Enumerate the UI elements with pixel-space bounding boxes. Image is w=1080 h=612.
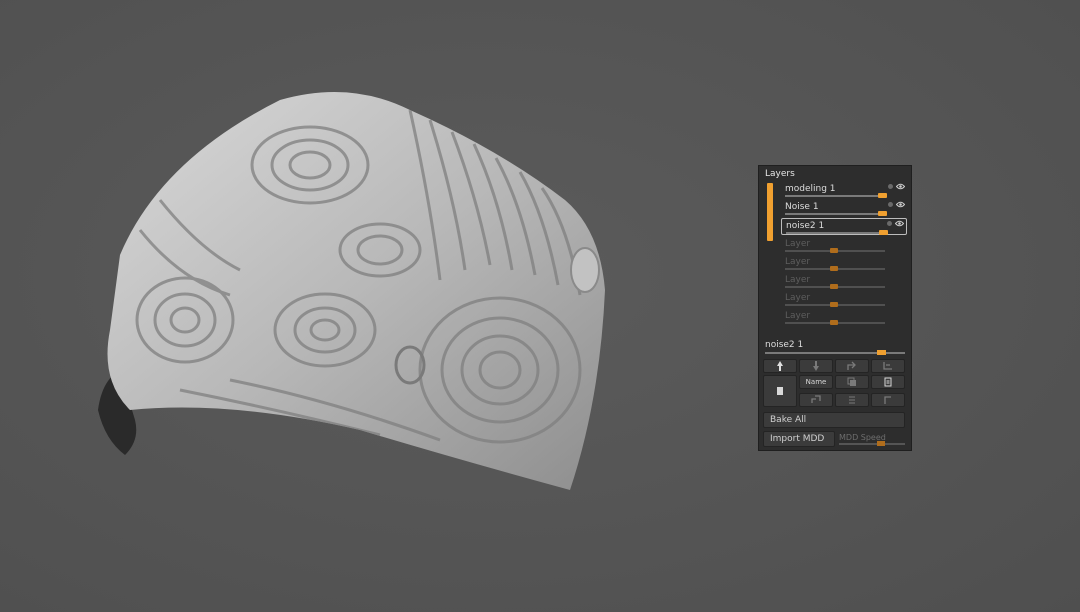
move-down-button[interactable]: [799, 359, 833, 373]
layer-name: modeling 1: [785, 184, 836, 194]
layer-intensity-slider[interactable]: [785, 284, 885, 289]
slider-knob[interactable]: [830, 248, 838, 253]
slider-knob[interactable]: [830, 320, 838, 325]
sort-button[interactable]: [835, 393, 869, 407]
layers-palette: Layers modeling 1 Noise 1 noise2 1 Layer…: [758, 165, 912, 451]
eye-icon[interactable]: [896, 183, 905, 190]
layer-intensity-slider[interactable]: [785, 266, 885, 271]
split-button[interactable]: [835, 359, 869, 373]
layer-intensity-slider[interactable]: [785, 193, 887, 198]
reorder-icon: [884, 396, 891, 404]
empty-layer-slot[interactable]: Layer: [781, 291, 907, 308]
layer-intensity-slider[interactable]: [785, 302, 885, 307]
duplicate-icon: [847, 377, 856, 386]
move-down-icon: [813, 361, 819, 371]
record-icon[interactable]: [887, 221, 892, 226]
slider-knob[interactable]: [879, 230, 888, 235]
slider-knob[interactable]: [830, 266, 838, 271]
empty-layer-slot[interactable]: Layer: [781, 309, 907, 326]
insert-button[interactable]: [799, 393, 833, 407]
layer-intensity-slider[interactable]: [785, 320, 885, 325]
slider-knob[interactable]: [877, 350, 886, 355]
active-layer-name: noise2 1: [765, 340, 804, 350]
eye-icon[interactable]: [895, 220, 904, 227]
move-up-button[interactable]: [763, 359, 797, 373]
import-mdd-button[interactable]: Import MDD: [763, 431, 835, 447]
layer-name: Noise 1: [785, 202, 819, 212]
mdd-speed-slider[interactable]: [839, 441, 905, 446]
empty-layer-slot[interactable]: Layer: [781, 237, 907, 254]
3d-viewport[interactable]: [0, 0, 1080, 612]
delete-icon: [884, 377, 892, 387]
merge-down-icon: [883, 362, 892, 370]
slider-knob[interactable]: [877, 441, 885, 446]
layer-name: Layer: [785, 239, 811, 249]
layer-row[interactable]: Noise 1: [781, 200, 907, 217]
sort-icon: [849, 396, 855, 404]
new-layer-button[interactable]: [763, 375, 797, 407]
layer-name: noise2 1: [786, 221, 825, 231]
layer-name: Layer: [785, 257, 811, 267]
layer-intensity-slider[interactable]: [786, 230, 888, 235]
slider-knob[interactable]: [878, 193, 887, 198]
layer-name: Layer: [785, 311, 811, 321]
layer-stack-indicator: [767, 183, 773, 241]
duplicate-button[interactable]: [835, 375, 869, 389]
layer-name: Layer: [785, 293, 811, 303]
slider-knob[interactable]: [878, 211, 887, 216]
reorder-button[interactable]: [871, 393, 905, 407]
slider-knob[interactable]: [830, 302, 838, 307]
move-up-icon: [777, 361, 783, 371]
layer-row[interactable]: modeling 1: [781, 182, 907, 199]
merge-down-button[interactable]: [871, 359, 905, 373]
sculpted-mesh[interactable]: [80, 80, 620, 500]
insert-icon: [811, 395, 821, 403]
record-icon[interactable]: [888, 202, 893, 207]
eye-icon[interactable]: [896, 201, 905, 208]
layer-row-selected[interactable]: noise2 1: [781, 218, 907, 235]
empty-layer-slot[interactable]: Layer: [781, 273, 907, 290]
layer-intensity-slider[interactable]: [785, 211, 887, 216]
name-button[interactable]: Name: [799, 375, 833, 389]
new-layer-icon: [777, 387, 783, 395]
delete-button[interactable]: [871, 375, 905, 389]
slider-knob[interactable]: [830, 284, 838, 289]
active-layer-intensity-slider[interactable]: [765, 350, 905, 355]
layer-name: Layer: [785, 275, 811, 285]
layer-intensity-slider[interactable]: [785, 248, 885, 253]
panel-title[interactable]: Layers: [765, 169, 795, 179]
split-icon: [847, 361, 856, 370]
empty-layer-slot[interactable]: Layer: [781, 255, 907, 272]
record-icon[interactable]: [888, 184, 893, 189]
bake-all-button[interactable]: Bake All: [763, 412, 905, 428]
